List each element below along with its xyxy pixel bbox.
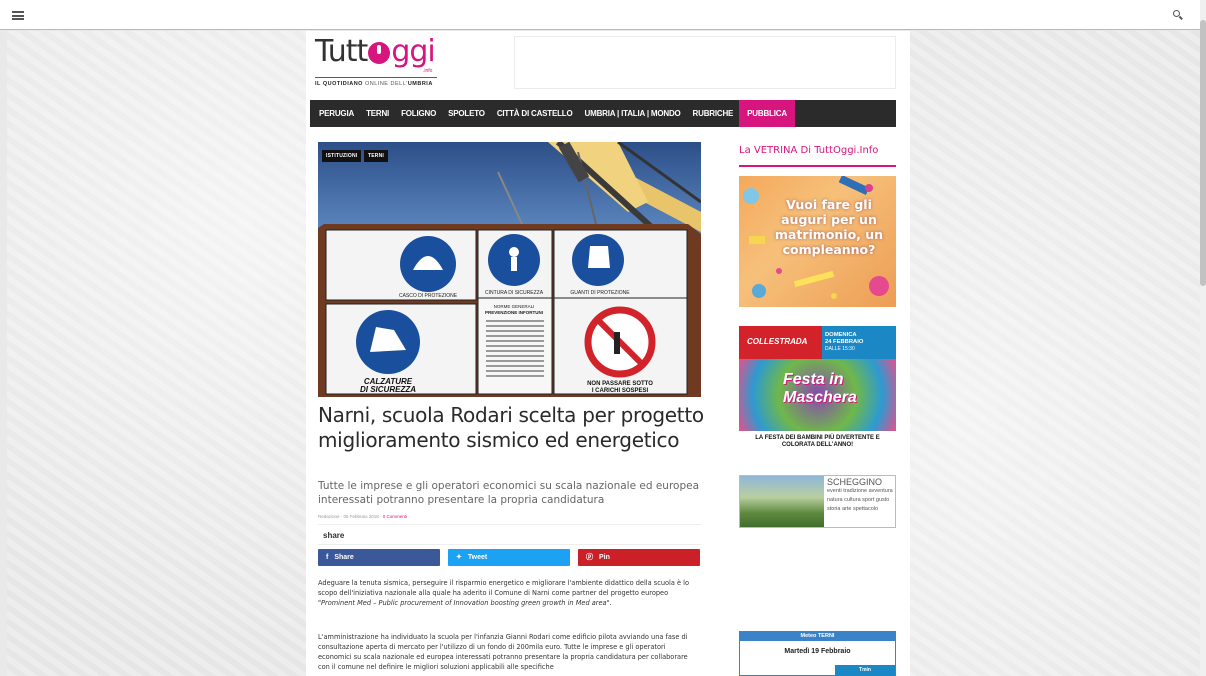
sign-center-line2: PREVENZIONE INFORTUNI [485,310,543,315]
sign-label-helmet: CASCO DI PROTEZIONE [399,293,458,299]
pinterest-icon: ⓟ [586,554,593,561]
weather-tmin-tab[interactable]: Tmin [835,665,895,676]
sign-loads-line1: NON PASSARE SOTTO [587,381,653,387]
sign-loads-line2: I CARICHI SOSPESI [592,388,649,394]
search-icon[interactable] [1173,10,1180,17]
promo-auguri-banner[interactable]: Vuoi fare gli auguri per un matrimonio, … [739,176,896,307]
nav-item-foligno[interactable]: FOLIGNO [395,100,442,127]
scheggino-landscape-image [740,476,824,527]
sign-center-line1: NORME GENERALI [494,304,535,309]
scrollbar[interactable] [1200,0,1206,676]
weather-day: Martedì 19 Febbraio [784,648,851,655]
header-ad-slot [514,36,896,89]
nav-item-perugia[interactable]: PERUGIA [310,100,360,127]
share-label: share [323,531,345,540]
twitter-tweet-label: Tweet [467,554,488,561]
festa-maschera-title: Festa in Maschera [783,371,857,406]
site-logo[interactable]: Tutt ggi .info IL QUOTIDIANO ONLINE DELL'… [315,35,445,91]
nav-item-rubriche[interactable]: RUBRICHE [687,100,740,127]
pinterest-pin-label: Pin [599,554,610,561]
scrollbar-thumb[interactable] [1200,20,1206,286]
promo-collestrada-footer: LA FESTA DEI BAMBINI PIÙ DIVERTENTE E CO… [755,435,880,448]
article-paragraph-1: Adeguare la tenuta sismica, perseguire i… [318,579,690,607]
hamburger-menu-icon[interactable] [12,11,24,20]
sign-label-gloves: GUANTI DI PROTEZIONE [570,290,630,296]
nav-item-pubblica[interactable]: PUBBLICA [739,100,795,127]
promo-scheggino-banner[interactable]: SCHEGGINO eventi tradizione avventura na… [739,475,896,528]
sidebar-title: La VETRINA Di TuttOggi.Info [739,145,879,156]
article-subtitle: Tutte le imprese e gli operatori economi… [318,480,700,506]
article-hero-image[interactable]: CASCO DI PROTEZIONE CINTURA DI SICUREZZA… [318,142,701,397]
nav-item-citta-di-castello[interactable]: CITTÀ DI CASTELLO [491,100,579,127]
main-nav: PERUGIA TERNI FOLIGNO SPOLETO CITTÀ DI C… [310,100,896,127]
safety-signs-illustration: CASCO DI PROTEZIONE CINTURA DI SICUREZZA… [318,142,701,397]
nav-item-terni[interactable]: TERNI [360,100,395,127]
article-date: 06 Febbraio 2018 [343,514,379,519]
nav-item-umbria-italia-mondo[interactable]: UMBRIA | ITALIA | MONDO [579,100,687,127]
facebook-icon: f [326,554,329,561]
top-bar [0,0,1200,30]
pinterest-pin-button[interactable]: ⓟ Pin [578,549,700,566]
logo-text-main: Tutt [315,34,368,69]
twitter-icon: ✦ [456,554,462,561]
scheggino-text: SCHEGGINO eventi tradizione avventura na… [827,477,893,513]
sign-label-harness: CINTURA DI SICUREZZA [485,290,544,296]
nav-item-spoleto[interactable]: SPOLETO [442,100,491,127]
tag-terni[interactable]: TERNI [364,150,388,162]
weather-header: Meteo TERNI [740,632,895,641]
collestrada-logo: COLLESTRADA [747,337,808,346]
article-meta: Redazione · 06 Febbraio 2018 · 0 Comment… [318,514,701,525]
article-author[interactable]: Redazione [318,514,340,519]
logo-suffix: .info [423,68,433,74]
event-date: DOMENICA 24 FEBBRAIO DALLE 15:30 [825,332,864,352]
facebook-share-button[interactable]: f Share [318,549,440,566]
site-tagline: IL QUOTIDIANO ONLINE DELL'UMBRIA [315,81,433,87]
article-paragraph-2: L'amministrazione ha individuato la scuo… [318,633,688,671]
article-title: Narni, scuola Rodari scelta per progetto… [318,403,704,452]
power-icon [368,42,391,64]
tag-istituzioni[interactable]: ISTITUZIONI [322,150,362,162]
facebook-share-label: Share [334,554,354,561]
logo-text-accent: ggi [391,34,435,69]
twitter-tweet-button[interactable]: ✦ Tweet [448,549,570,566]
weather-widget[interactable]: Meteo TERNI Martedì 19 Febbraio Tmin [739,631,896,676]
promo-collestrada-banner[interactable]: COLLESTRADA DOMENICA 24 FEBBRAIO DALLE 1… [739,326,896,463]
comments-link[interactable]: 0 Commenti [383,514,407,519]
sign-shoes-line2: DI SICUREZZA [360,385,416,394]
page-container: Tutt ggi .info IL QUOTIDIANO ONLINE DELL'… [306,31,910,676]
promo-auguri-text: Vuoi fare gli auguri per un matrimonio, … [774,197,884,257]
